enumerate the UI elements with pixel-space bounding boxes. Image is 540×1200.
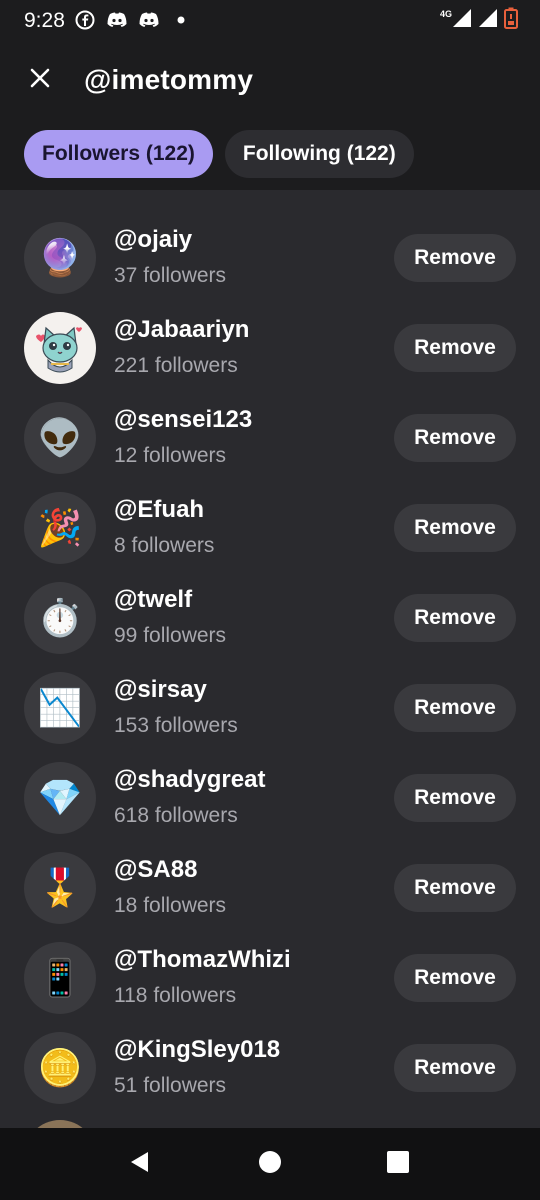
remove-button[interactable]: Remove (394, 504, 516, 552)
remove-button[interactable]: Remove (394, 954, 516, 1002)
nav-home-button[interactable] (254, 1148, 286, 1180)
discord-icon (138, 9, 160, 31)
username[interactable]: @sensei123 (114, 406, 252, 434)
remove-button[interactable]: Remove (394, 864, 516, 912)
close-button[interactable] (22, 62, 58, 98)
gem-icon: 💎 (37, 777, 83, 818)
avatar[interactable]: 🎖️ (24, 852, 96, 924)
list-item: 👽 @sensei123 12 followers Remove (0, 394, 540, 484)
top-header-area: 9:28 4G @imetommy Followers (122) Follow… (0, 0, 540, 190)
nav-recents-button[interactable] (382, 1148, 414, 1180)
username[interactable]: @KingSley018 (114, 1036, 280, 1064)
party-popper-icon: 🎉 (37, 507, 83, 548)
list-item: 🎉 @Efuah 8 followers Remove (0, 484, 540, 574)
avatar[interactable] (24, 312, 96, 384)
avatar[interactable]: 🪙 (24, 1032, 96, 1104)
avatar[interactable]: 💎 (24, 762, 96, 834)
mobile-phone-icon: 📱 (37, 957, 83, 998)
follower-count: 153 followers (114, 714, 238, 737)
username[interactable]: @Jabaariyn (114, 316, 249, 344)
username[interactable]: @shadygreat (114, 766, 265, 794)
follower-count: 99 followers (114, 624, 227, 647)
status-time: 9:28 (24, 9, 65, 32)
username[interactable]: @sirsay (114, 676, 207, 704)
notification-icons (74, 9, 192, 31)
network-type-label: 4G (439, 9, 452, 19)
remove-button[interactable]: Remove (394, 324, 516, 372)
system-nav-bar (0, 1128, 540, 1200)
list-item: 🪙 @KingSley018 51 followers Remove (0, 1024, 540, 1114)
follower-count: 12 followers (114, 444, 227, 467)
cat-illustration-icon (28, 314, 92, 383)
username[interactable]: @ThomazWhizi (114, 946, 291, 974)
signal-icon (452, 8, 472, 33)
crystal-ball-icon: 🔮 (37, 237, 83, 278)
alien-icon: 👽 (37, 417, 83, 458)
app-bar: @imetommy (0, 50, 540, 110)
tab-followers[interactable]: Followers (122) (24, 130, 213, 178)
stopwatch-icon: ⏱️ (37, 597, 83, 638)
username[interactable]: @Efuah (114, 496, 204, 524)
list-item: 💎 @shadygreat 618 followers Remove (0, 754, 540, 844)
military-medal-icon: 🎖️ (37, 867, 83, 908)
follower-count: 37 followers (114, 264, 227, 287)
page-title: @imetommy (84, 64, 254, 95)
avatar[interactable]: 🎉 (24, 492, 96, 564)
list-item: @Jabaariyn 221 followers Remove (0, 304, 540, 394)
recents-icon (386, 1150, 410, 1179)
avatar[interactable]: 👽 (24, 402, 96, 474)
username[interactable]: @SA88 (114, 856, 197, 884)
username[interactable]: @twelf (114, 586, 192, 614)
signal-icon (478, 8, 498, 33)
follower-count: 618 followers (114, 804, 238, 827)
nav-back-button[interactable] (124, 1148, 156, 1180)
remove-button[interactable]: Remove (394, 234, 516, 282)
list-item: ⏱️ @twelf 99 followers Remove (0, 574, 540, 664)
remove-button[interactable]: Remove (394, 684, 516, 732)
battery-icon (504, 7, 518, 34)
follower-count: 8 followers (114, 534, 215, 557)
follower-count: 118 followers (114, 984, 237, 1007)
chart-decreasing-icon: 📉 (37, 687, 83, 728)
remove-button[interactable]: Remove (394, 414, 516, 462)
close-icon (29, 67, 51, 94)
tab-bar: Followers (122) Following (122) (24, 130, 414, 178)
follower-count: 18 followers (114, 894, 227, 917)
status-bar: 9:28 4G (0, 0, 540, 40)
dot-icon (170, 9, 192, 31)
avatar[interactable]: 🔮 (24, 222, 96, 294)
avatar[interactable]: ⏱️ (24, 582, 96, 654)
username[interactable]: @ojaiy (114, 226, 192, 254)
tab-following[interactable]: Following (122) (224, 130, 414, 178)
remove-button[interactable]: Remove (394, 594, 516, 642)
remove-button[interactable]: Remove (394, 774, 516, 822)
discord-icon (106, 9, 128, 31)
list-item: 📱 @ThomazWhizi 118 followers Remove (0, 934, 540, 1024)
list-item: 🔮 @ojaiy 37 followers Remove (0, 214, 540, 304)
avatar[interactable]: 📉 (24, 672, 96, 744)
system-status-icons: 4G (439, 7, 518, 34)
back-icon (128, 1150, 152, 1179)
avatar[interactable]: 📱 (24, 942, 96, 1014)
follower-count: 51 followers (114, 1074, 227, 1097)
coin-icon: 🪙 (37, 1047, 83, 1088)
list-item: 🎖️ @SA88 18 followers Remove (0, 844, 540, 934)
followers-list: 🔮 @ojaiy 37 followers Remove @Jabaariyn … (0, 214, 540, 1114)
home-icon (258, 1150, 282, 1179)
remove-button[interactable]: Remove (394, 1044, 516, 1092)
list-item: 📉 @sirsay 153 followers Remove (0, 664, 540, 754)
facebook-icon (74, 9, 96, 31)
follower-count: 221 followers (114, 354, 238, 377)
